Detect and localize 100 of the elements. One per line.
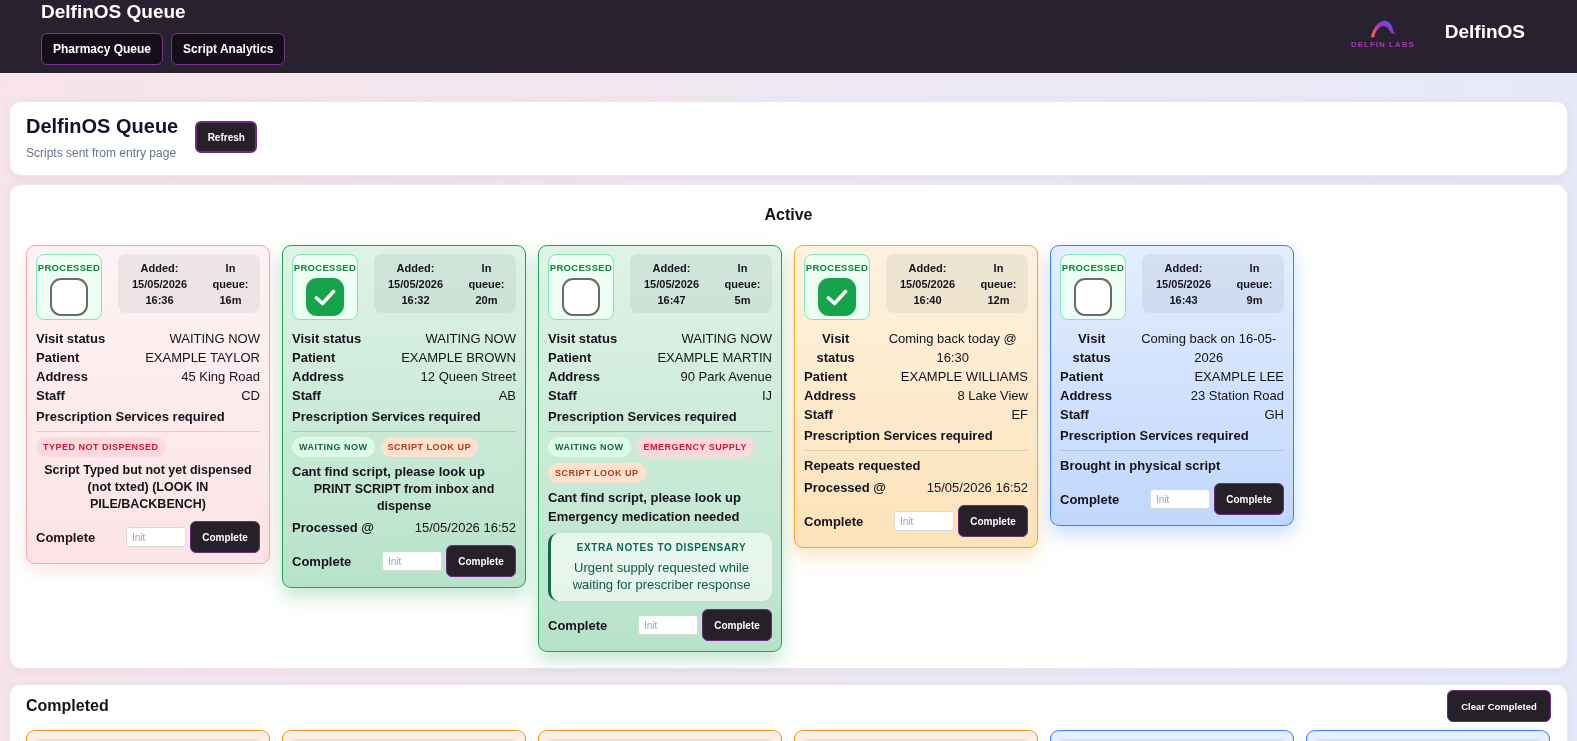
field-label: Patient — [1060, 368, 1104, 386]
initials-field[interactable]: Init — [382, 551, 442, 571]
notes-text: Urgent supply requested while waiting for prescriber response — [571, 559, 752, 593]
field-label: Visit status — [548, 330, 618, 348]
section-title: Completed — [26, 697, 109, 715]
field-value: WAITING NOW — [169, 330, 260, 348]
service-note: Script Typed but not yet dispensed (not txted) (LOOK IN PILE/BACKBENCH) — [43, 462, 253, 513]
field-label: Visit status — [815, 330, 856, 367]
clear-completed-button[interactable]: Clear Completed — [1447, 690, 1551, 722]
service-note: PRINT SCRIPT from inbox and dispense — [312, 481, 496, 515]
service-note: Emergency medication needed — [548, 508, 741, 526]
complete-button[interactable]: Complete — [702, 609, 772, 641]
nav-button[interactable]: Pharmacy Queue — [41, 33, 164, 65]
section-title: Active — [763, 205, 814, 225]
service-note: Repeats requested — [804, 457, 922, 475]
queue-time: In queue: 12m — [979, 260, 1018, 308]
field-value: GH — [1264, 406, 1284, 424]
field-value: EXAMPLE WILLIAMS — [900, 368, 1028, 386]
added-time: Added: 15/05/2026 16:43 — [1154, 260, 1213, 308]
field-value: EXAMPLE BROWN — [401, 349, 516, 367]
initials-field[interactable]: Init — [126, 527, 186, 547]
complete-button[interactable]: Complete — [446, 545, 516, 577]
field-value: 8 Lake View — [957, 387, 1028, 405]
added-time: Added: 15/05/2026 16:47 — [642, 260, 701, 308]
field-value: EXAMPLE TAYLOR — [145, 349, 260, 367]
queue-time: In queue: 9m — [1235, 260, 1274, 308]
field-value: EXAMPLE MARTIN — [657, 349, 772, 367]
field-label: Address — [1060, 387, 1113, 405]
field-label: Visit status — [292, 330, 362, 348]
complete-button[interactable]: Complete — [958, 505, 1028, 537]
field-label: Visit status — [1071, 330, 1112, 367]
service-tag: WAITING NOW — [292, 437, 375, 457]
added-time: Added: 15/05/2026 16:32 — [386, 260, 445, 308]
field-value: 23 Station Road — [1190, 387, 1284, 405]
field-value: Coming back on 16-05-2026 — [1140, 330, 1278, 367]
initials-field[interactable]: Init — [638, 615, 698, 635]
field-label: Staff — [36, 387, 65, 405]
added-time: Added: 15/05/2026 16:40 — [898, 260, 957, 308]
field-label: Address — [548, 368, 601, 386]
page-title: DelfinOS Queue — [26, 114, 179, 139]
page-subtitle: Scripts sent from entry page — [26, 145, 178, 161]
field-label: Staff — [548, 387, 577, 405]
processed-at-label: Processed @ — [292, 519, 375, 537]
service-tag: EMERGENCY SUPPLY — [636, 437, 755, 457]
complete-label: Complete — [292, 553, 352, 569]
logo-icon — [1368, 18, 1397, 38]
field-label: Patient — [36, 349, 80, 367]
field-value: Coming back today @ 16:30 — [887, 330, 1018, 367]
field-label: Patient — [292, 349, 336, 367]
field-label: Patient — [548, 349, 592, 367]
processed-label: PROCESSED — [805, 262, 869, 274]
complete-label: Complete — [548, 617, 608, 633]
initials-field[interactable]: Init — [894, 511, 954, 531]
field-label: Address — [292, 368, 345, 386]
complete-button[interactable]: Complete — [190, 521, 260, 553]
processed-checkbox[interactable] — [1074, 278, 1112, 316]
processed-checkbox[interactable] — [818, 278, 856, 316]
added-time: Added: 15/05/2026 16:36 — [130, 260, 189, 308]
field-label: Staff — [804, 406, 833, 424]
tick-icon — [826, 288, 848, 306]
logo-caption: DELFIN LABS — [1350, 39, 1415, 50]
field-label: Staff — [292, 387, 321, 405]
field-value: EF — [1011, 406, 1028, 424]
complete-label: Complete — [1060, 491, 1120, 507]
field-label: Visit status — [36, 330, 106, 348]
field-value: IJ — [761, 387, 772, 405]
service-note: Cant find script, please look up — [548, 489, 742, 507]
service-note: Brought in physical script — [1060, 457, 1222, 475]
service-note: Cant find script, please look up — [292, 463, 486, 481]
field-label: Staff — [1060, 406, 1089, 424]
field-value: 90 Park Avenue — [680, 368, 772, 386]
nav-button[interactable]: Script Analytics — [171, 33, 286, 65]
services-heading: Prescription Services required — [292, 408, 482, 426]
service-tag: TYPED NOT DISPENSED — [36, 437, 166, 457]
processed-at-label: Processed @ — [804, 479, 887, 497]
field-value: EXAMPLE LEE — [1194, 368, 1284, 386]
processed-checkbox[interactable] — [50, 278, 88, 316]
service-tag: WAITING NOW — [548, 437, 631, 457]
services-heading: Prescription Services required — [1060, 427, 1250, 445]
processed-label: PROCESSED — [293, 262, 357, 274]
field-value: WAITING NOW — [681, 330, 772, 348]
processed-checkbox[interactable] — [562, 278, 600, 316]
initials-field[interactable]: Init — [1150, 489, 1210, 509]
field-label: Patient — [804, 368, 848, 386]
queue-time: In queue: 16m — [211, 260, 250, 308]
field-value: CD — [241, 387, 260, 405]
refresh-button[interactable]: Refresh — [195, 121, 258, 153]
field-value: AB — [498, 387, 516, 405]
processed-at-value: 15/05/2026 16:52 — [926, 479, 1028, 497]
services-heading: Prescription Services required — [36, 408, 226, 426]
processed-checkbox[interactable] — [306, 278, 344, 316]
services-heading: Prescription Services required — [804, 427, 994, 445]
services-heading: Prescription Services required — [548, 408, 738, 426]
field-label: Address — [804, 387, 857, 405]
service-tag: SCRIPT LOOK UP — [548, 463, 646, 483]
processed-at-value: 15/05/2026 16:52 — [414, 519, 516, 537]
field-value: 12 Queen Street — [420, 368, 516, 386]
service-tag: SCRIPT LOOK UP — [380, 437, 478, 457]
app-title: DelfinOS Queue — [41, 1, 187, 23]
complete-button[interactable]: Complete — [1214, 483, 1284, 515]
